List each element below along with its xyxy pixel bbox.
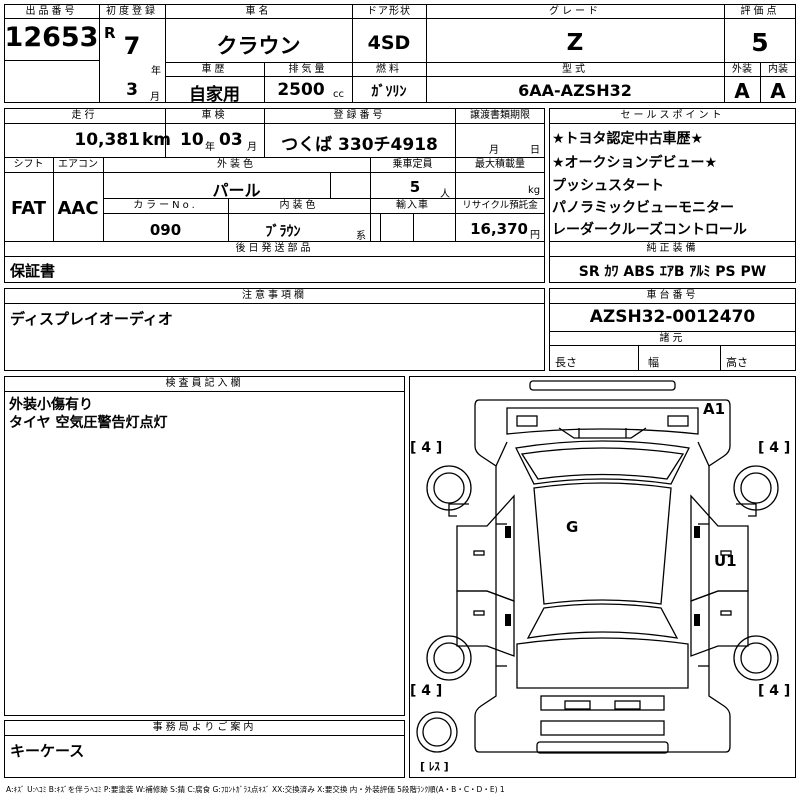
sales-point-4: パノラミックビューモニター <box>552 200 734 216</box>
sales-point-1: ★トヨタ認定中古車歴★ <box>552 131 704 147</box>
transfer-label: 譲渡書類期限 <box>470 110 530 121</box>
reg-month: 3 <box>126 80 138 100</box>
reg-year: 7 <box>123 32 141 60</box>
tire-front-right: [ 4 ] <box>758 440 791 456</box>
spec-label: 諸元 <box>659 333 686 344</box>
inspector-line-1: 外装小傷有り <box>9 397 93 413</box>
sales-label: セールスポイント <box>620 110 725 121</box>
year-unit: 年 <box>151 66 161 77</box>
ext-label: 外装 <box>732 64 752 75</box>
notes-value: ディスプレイオーディオ <box>10 310 173 328</box>
car-diagram-drawing <box>416 380 779 754</box>
lot-number: 12653 <box>4 22 99 53</box>
color-label: 外装色 <box>217 159 256 170</box>
load-label: 最大積載量 <box>475 159 525 170</box>
score-label: 評価点 <box>740 6 780 17</box>
shift-label: シフト <box>13 159 44 170</box>
interior-value: ﾌﾞﾗｳﾝ <box>265 224 301 240</box>
grade-value: Z <box>566 30 584 56</box>
int-grade: A <box>770 79 786 103</box>
sales-point-3: プッシュスタート <box>552 178 664 194</box>
transfer-day-unit: 日 <box>530 145 540 156</box>
model-label: 車名 <box>245 6 272 17</box>
tire-front-left: [ 4 ] <box>410 440 443 456</box>
capacity-unit: 人 <box>440 189 450 200</box>
mileage-label: 走行 <box>71 110 98 121</box>
damage-mark-g: G <box>566 518 579 536</box>
damage-mark-a1: A1 <box>703 400 726 418</box>
type-value: 6AA-AZSH32 <box>518 81 632 100</box>
equipment-label: 純正装備 <box>646 243 699 254</box>
height-label: 高さ <box>726 356 748 369</box>
insp-month: 03 <box>219 130 243 150</box>
damage-legend: A:ｷｽﾞ U:ﾍｺﾐ B:ｷｽﾞを伴うﾍｺﾐ P:要塗装 W:補修跡 S:錆 … <box>6 785 505 794</box>
width-label: 幅 <box>648 356 659 369</box>
recycle-value: 16,370 <box>470 220 528 238</box>
ac-value: AAC <box>57 198 99 219</box>
grade-label: グレード <box>549 6 601 17</box>
interior-unit: 系 <box>356 231 366 242</box>
tire-rear-left: [ 4 ] <box>410 683 443 699</box>
history-label: 車歴 <box>201 64 228 75</box>
office-label: 事務局よりご案内 <box>152 722 257 733</box>
history-value: 自家用 <box>189 85 240 105</box>
later-parts-label: 後日発送部品 <box>235 243 314 254</box>
type-label: 型式 <box>562 64 588 75</box>
tire-rear-right: [ 4 ] <box>758 683 791 699</box>
insp-year: 10 <box>180 130 204 150</box>
damage-mark-u1: U1 <box>714 552 737 570</box>
ac-label: エアコン <box>58 159 98 170</box>
capacity-value: 5 <box>409 178 421 196</box>
inspection-label: 車検 <box>201 110 228 121</box>
door-label: ドア形状 <box>367 6 411 17</box>
chassis-value: AZSH32-0012470 <box>589 307 756 327</box>
interior-label: 内装色 <box>279 200 319 211</box>
int-label: 内装 <box>768 64 788 75</box>
later-parts-value: 保証書 <box>10 262 56 280</box>
inspector-line-2: タイヤ 空気圧警告灯点灯 <box>9 415 168 431</box>
ext-grade: A <box>734 79 750 103</box>
lot-label: 出品番号 <box>25 6 78 17</box>
load-unit: kg <box>528 185 541 196</box>
length-label: 長さ <box>555 356 577 369</box>
colorno-value: 090 <box>149 221 182 239</box>
fuel-value: ｶﾞｿﾘﾝ <box>371 84 407 100</box>
equipment-value: SR ｶﾜ ABS ｴｱB ｱﾙﾐ PS PW <box>578 264 767 280</box>
plate-value: つくば 330チ4918 <box>281 135 438 155</box>
recycle-unit: 円 <box>530 230 540 241</box>
recycle-label: リサイクル預託金 <box>462 200 538 211</box>
month-unit: 月 <box>150 92 160 103</box>
mileage-value: 10,381 <box>74 130 140 150</box>
door-type: 4SD <box>367 32 411 54</box>
shift-value: FAT <box>10 198 47 219</box>
transfer-month-unit: 月 <box>489 145 499 156</box>
fuel-label: 燃料 <box>376 64 402 75</box>
notes-label: 注意事項欄 <box>242 290 307 301</box>
chassis-label: 車台番号 <box>646 290 699 301</box>
model-name: クラウン <box>216 34 301 58</box>
mileage-unit: km <box>142 130 172 150</box>
import-label: 輸入車 <box>396 200 429 211</box>
first-reg-label: 初度登録 <box>106 6 158 17</box>
capacity-label: 乗車定員 <box>392 159 433 170</box>
spare-tire-mark: [ ﾚｽ ] <box>420 760 449 773</box>
score-value: 5 <box>751 28 769 57</box>
plate-label: 登録番号 <box>333 110 386 121</box>
insp-year-unit: 年 <box>205 142 215 153</box>
office-value: キーケース <box>10 742 85 760</box>
sales-point-2: ★オークションデビュー★ <box>552 155 718 171</box>
insp-month-unit: 月 <box>247 142 257 153</box>
inspector-label: 検査員記入欄 <box>165 378 244 389</box>
disp-label: 排気量 <box>288 64 328 75</box>
sales-point-5: レーダークルーズコントロール <box>552 222 747 238</box>
disp-value: 2500 <box>277 80 325 100</box>
disp-unit: cc <box>333 89 344 100</box>
colorno-label: カラーNo. <box>133 200 198 211</box>
color-value: パール <box>212 181 261 200</box>
